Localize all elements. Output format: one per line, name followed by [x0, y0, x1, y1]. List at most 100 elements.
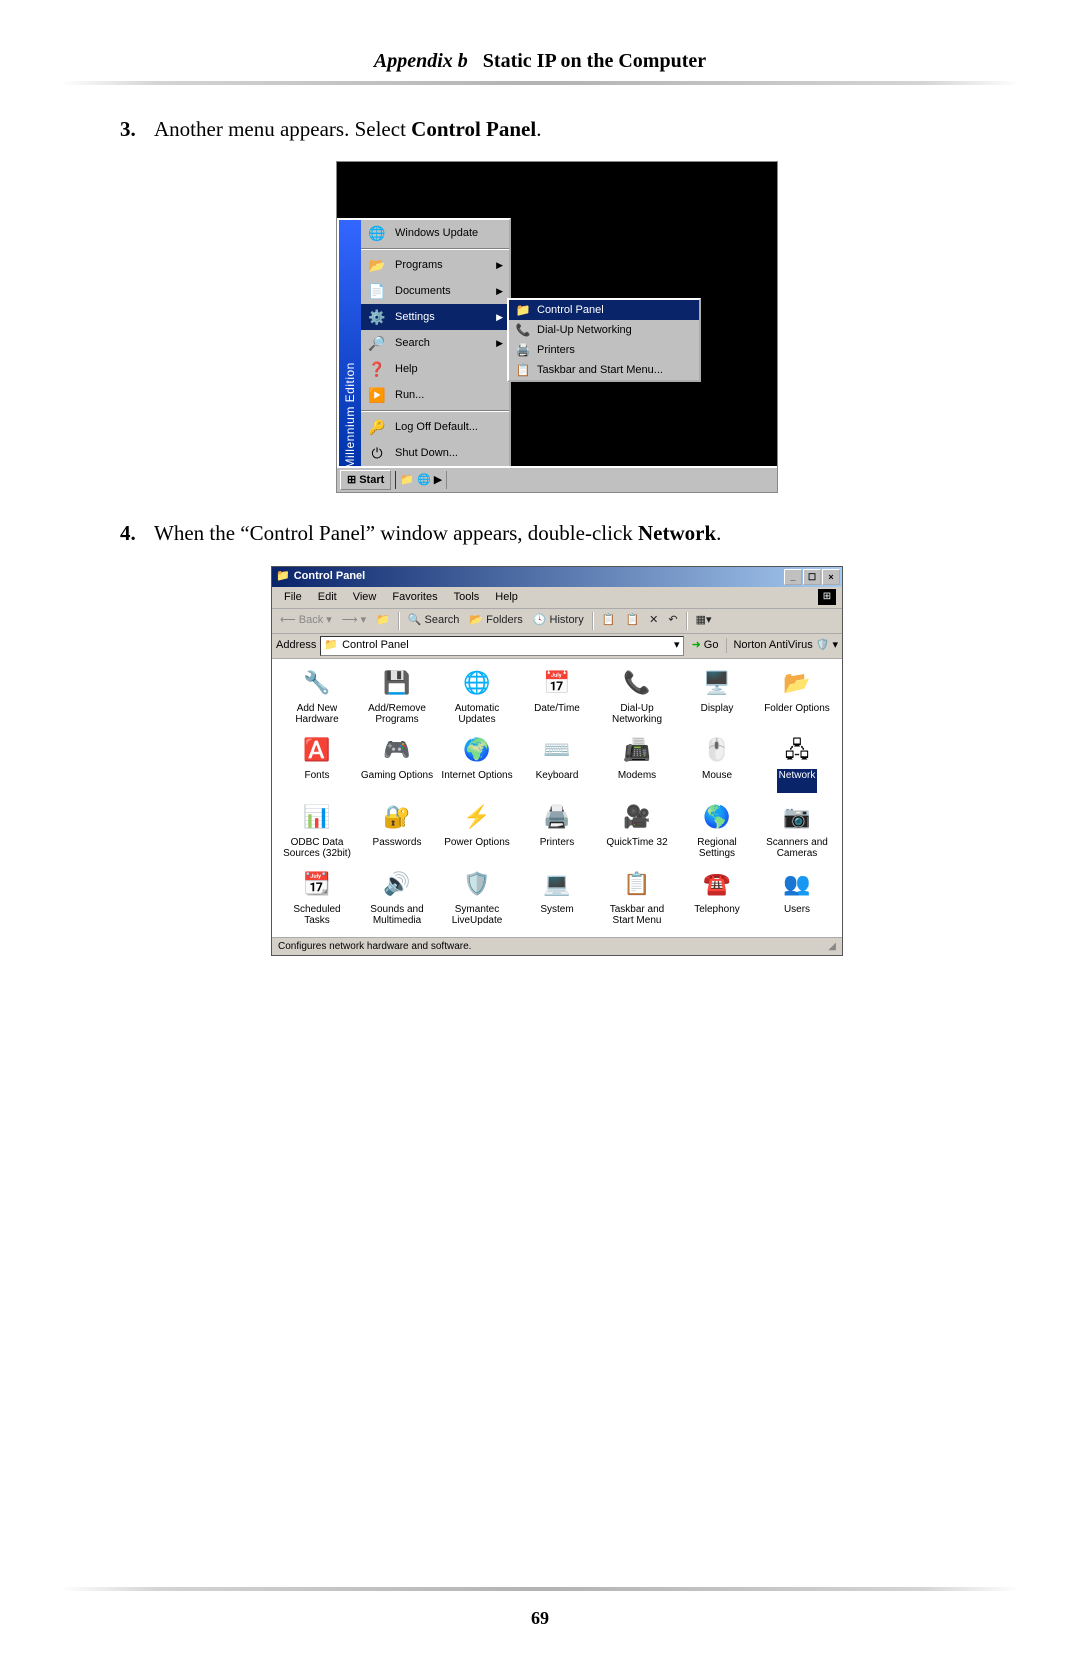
folder-icon: 📁	[324, 638, 338, 653]
start-menu-item[interactable]: ⏻Shut Down...	[361, 440, 509, 466]
control-panel-item[interactable]: 📷Scanners and Cameras	[758, 803, 836, 860]
control-panel-item[interactable]: 🖨️Printers	[518, 803, 596, 860]
control-panel-item[interactable]: 🌍Internet Options	[438, 736, 516, 793]
menu-file[interactable]: File	[278, 589, 308, 606]
control-panel-item[interactable]: 🖧Network	[758, 736, 836, 793]
page-header: Appendix b Static IP on the Computer	[120, 50, 960, 73]
figure-control-panel: 📁 Control Panel _ ☐ × FileEditViewFavori…	[271, 566, 843, 956]
close-button[interactable]: ×	[822, 569, 840, 585]
submenu-arrow-icon: ▶	[496, 311, 503, 323]
copy-to-button[interactable]: 📋	[621, 612, 643, 629]
submenu-item[interactable]: 📁Control Panel	[509, 300, 699, 320]
control-panel-item-icon: 📊	[302, 803, 332, 833]
delete-button[interactable]: ✕	[645, 612, 662, 629]
control-panel-item[interactable]: 🖥️Display	[678, 669, 756, 726]
control-panel-item-icon: 📂	[782, 669, 812, 699]
control-panel-item[interactable]: 📂Folder Options	[758, 669, 836, 726]
menu-separator	[361, 248, 509, 250]
control-panel-item[interactable]: 💻 System	[518, 870, 596, 927]
menu-item-icon: 📂	[367, 255, 387, 275]
start-menu-item[interactable]: ▶️Run...	[361, 382, 509, 408]
menu-favorites[interactable]: Favorites	[386, 589, 443, 606]
submenu-item-icon: 📞	[515, 322, 531, 338]
submenu-item[interactable]: 📋Taskbar and Start Menu...	[509, 360, 699, 380]
control-panel-item-label: Users	[782, 903, 812, 927]
control-panel-item-label: System	[538, 903, 575, 927]
up-button[interactable]: 📁	[372, 612, 394, 629]
menu-view[interactable]: View	[347, 589, 383, 606]
control-panel-item-label: Regional Settings	[678, 836, 756, 860]
control-panel-item[interactable]: ⌨️Keyboard	[518, 736, 596, 793]
control-panel-item[interactable]: 🌐Automatic Updates	[438, 669, 516, 726]
control-panel-item[interactable]: 📊ODBC Data Sources (32bit)	[278, 803, 356, 860]
control-panel-item[interactable]: 🎥QuickTime 32	[598, 803, 676, 860]
control-panel-item[interactable]: 📅Date/Time	[518, 669, 596, 726]
start-menu-item[interactable]: ❓Help	[361, 356, 509, 382]
control-panel-item[interactable]: 🔐Passwords	[358, 803, 436, 860]
menu-item-label: Log Off Default...	[395, 420, 478, 435]
submenu-item-icon: 🖨️	[515, 342, 531, 358]
start-menu-item[interactable]: 📂Programs▶	[361, 252, 509, 278]
menu-tools[interactable]: Tools	[448, 589, 486, 606]
control-panel-item-label: Taskbar and Start Menu	[598, 903, 676, 927]
maximize-button[interactable]: ☐	[803, 569, 821, 585]
menu-edit[interactable]: Edit	[312, 589, 343, 606]
address-input[interactable]: 📁 Control Panel ▾	[320, 636, 683, 656]
control-panel-item-icon: 💻	[542, 870, 572, 900]
control-panel-item[interactable]: 👥Users	[758, 870, 836, 927]
control-panel-item-label: Printers	[538, 836, 576, 860]
control-panel-item[interactable]: 📠Modems	[598, 736, 676, 793]
control-panel-item-label: Telephony	[692, 903, 742, 927]
dropdown-icon[interactable]: ▾	[674, 638, 680, 653]
submenu-arrow-icon: ▶	[496, 285, 503, 297]
control-panel-item[interactable]: 💾Add/Remove Programs	[358, 669, 436, 726]
menubar: FileEditViewFavoritesToolsHelp⊞	[272, 587, 842, 609]
minimize-button[interactable]: _	[784, 569, 802, 585]
control-panel-item[interactable]: 🅰️Fonts	[278, 736, 356, 793]
start-menu-item[interactable]: 🔎Search▶	[361, 330, 509, 356]
go-button[interactable]: ➜ Go	[688, 638, 723, 653]
control-panel-item[interactable]: 🔊Sounds and Multimedia	[358, 870, 436, 927]
control-panel-item[interactable]: 🔧Add New Hardware	[278, 669, 356, 726]
submenu-item-label: Dial-Up Networking	[537, 323, 632, 338]
start-menu-item[interactable]: 🔑Log Off Default...	[361, 414, 509, 440]
control-panel-item[interactable]: 🛡️Symantec LiveUpdate	[438, 870, 516, 927]
quick-launch-icon[interactable]: 📁	[400, 473, 414, 488]
control-panel-item-label: Symantec LiveUpdate	[438, 903, 516, 927]
control-panel-item-icon: ☎️	[702, 870, 732, 900]
control-panel-item-icon: 🌐	[462, 669, 492, 699]
control-panel-item-icon: 🎥	[622, 803, 652, 833]
submenu-item-label: Control Panel	[537, 303, 604, 318]
forward-button[interactable]: ⟶ ▾	[338, 612, 370, 629]
history-button[interactable]: 🕓 History	[529, 612, 588, 629]
search-button[interactable]: 🔍 Search	[404, 612, 464, 629]
control-panel-item-icon: 📠	[622, 736, 652, 766]
views-button[interactable]: ▦▾	[692, 612, 716, 629]
start-menu-item[interactable]: 📄Documents▶	[361, 278, 509, 304]
control-panel-item[interactable]: 📆Scheduled Tasks	[278, 870, 356, 927]
undo-button[interactable]: ↶	[664, 612, 681, 629]
control-panel-item[interactable]: 🖱️Mouse	[678, 736, 756, 793]
menu-item-label: Programs	[395, 258, 443, 273]
control-panel-item[interactable]: 🌎Regional Settings	[678, 803, 756, 860]
control-panel-item[interactable]: 🎮Gaming Options	[358, 736, 436, 793]
start-menu-item[interactable]: ⚙️Settings▶	[361, 304, 509, 330]
control-panel-item[interactable]: 📋Taskbar and Start Menu	[598, 870, 676, 927]
submenu-item[interactable]: 🖨️Printers	[509, 340, 699, 360]
control-panel-item[interactable]: 📞Dial-Up Networking	[598, 669, 676, 726]
start-menu-item[interactable]: 🌐Windows Update	[361, 220, 509, 246]
control-panel-item[interactable]: ☎️ Telephony	[678, 870, 756, 927]
control-panel-item[interactable]: ⚡Power Options	[438, 803, 516, 860]
menu-help[interactable]: Help	[489, 589, 524, 606]
start-button[interactable]: ⊞ Start	[340, 470, 391, 490]
quick-launch-icon[interactable]: 🌐	[417, 473, 431, 488]
folders-button[interactable]: 📂 Folders	[465, 612, 526, 629]
move-to-button[interactable]: 📋	[598, 612, 620, 629]
submenu-item[interactable]: 📞 Dial-Up Networking	[509, 320, 699, 340]
control-panel-item-icon: 🔐	[382, 803, 412, 833]
back-button[interactable]: ⟵ Back ▾	[276, 612, 336, 629]
resize-grip-icon[interactable]: ◢	[828, 940, 836, 954]
quick-launch-icon[interactable]: ▶	[434, 473, 442, 488]
control-panel-item-icon: ⌨️	[542, 736, 572, 766]
menu-item-icon: ⏻	[367, 443, 387, 463]
